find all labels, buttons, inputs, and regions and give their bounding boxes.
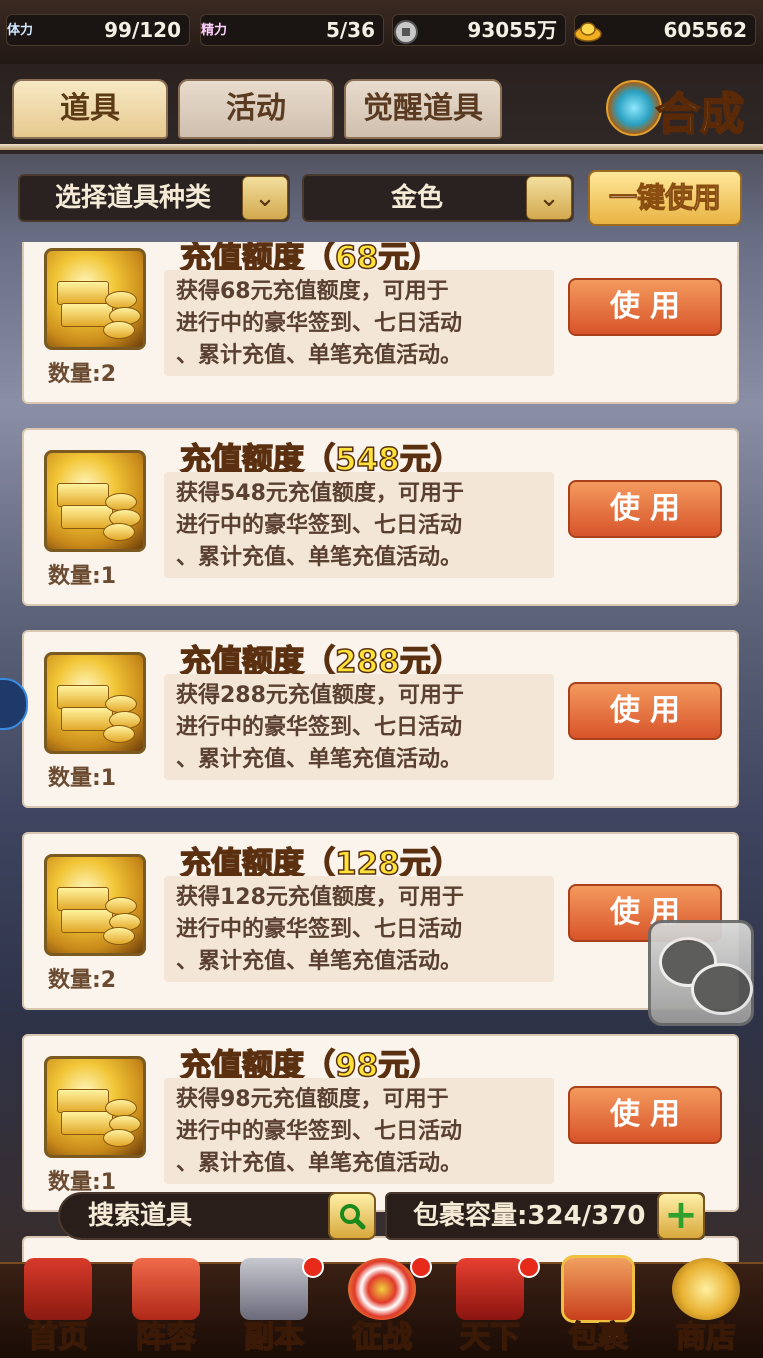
nav-home[interactable]: 首页	[4, 1258, 112, 1356]
bag-capacity-label: 包裹容量:324/370	[413, 1201, 646, 1231]
category-dropdown-value: 选择道具种类	[54, 183, 211, 213]
item-description: 获得128元充值额度，可用于 进行中的豪华签到、七日活动 、累计充值、单笔充值活动。	[164, 876, 554, 982]
plus-icon[interactable]: +	[657, 1192, 705, 1240]
swords-icon	[240, 1258, 308, 1320]
coins-icon	[672, 1258, 740, 1320]
tab-awaken-items[interactable]: 觉醒道具	[344, 79, 502, 139]
nav-label: 包裹	[567, 1319, 629, 1356]
magic-mirror-icon	[606, 80, 662, 136]
synthesize-label: 合成	[655, 88, 745, 141]
nav-world[interactable]: 天下	[436, 1256, 544, 1356]
gold-bars-coins-icon[interactable]	[44, 854, 146, 956]
resource-bar: 体力 99/120 精力 5/36 93055万 605562	[0, 0, 763, 66]
gold-ingot-icon	[571, 16, 605, 46]
item-description: 获得98元充值额度，可用于 进行中的豪华签到、七日活动 、累计充值、单笔充值活动。	[164, 1078, 554, 1184]
use-button[interactable]: 使用	[568, 1086, 722, 1144]
coins-counter[interactable]: 93055万	[392, 14, 566, 46]
tab-items[interactable]: 道具	[12, 79, 168, 139]
category-dropdown[interactable]: 选择道具种类 ⌄	[18, 174, 290, 222]
item-list[interactable]: 数量:2 充值额度（68元） 获得68元充值额度，可用于 进行中的豪华签到、七日活…	[0, 242, 763, 1262]
panel-divider	[0, 144, 763, 150]
coin-icon	[389, 16, 423, 46]
search-input[interactable]: 搜索道具	[58, 1192, 376, 1240]
gold-bars-coins-icon[interactable]	[44, 450, 146, 552]
item-description: 获得288元充值额度，可用于 进行中的豪华签到、七日活动 、累计充值、单笔充值活动。	[164, 674, 554, 780]
nav-lineup[interactable]: 阵容	[112, 1258, 220, 1356]
use-button[interactable]: 使用	[568, 682, 722, 740]
stamina-icon: 体力	[6, 23, 33, 38]
item-description: 获得548元充值额度，可用于 进行中的豪华签到、七日活动 、累计充值、单笔充值活动。	[164, 472, 554, 578]
nav-dungeon[interactable]: 副本	[220, 1256, 328, 1356]
gold-bars-coins-icon[interactable]	[44, 652, 146, 754]
quality-dropdown-value: 金色	[390, 183, 443, 213]
item-quantity: 数量:2	[48, 968, 117, 993]
chevron-down-icon[interactable]: ⌄	[526, 176, 572, 220]
nav-label: 商店	[675, 1319, 737, 1356]
nav-label: 征战	[351, 1319, 413, 1356]
scroll-icon	[456, 1258, 524, 1320]
item-card: 数量:2 充值额度（68元） 获得68元充值额度，可用于 进行中的豪华签到、七日活…	[22, 242, 739, 404]
target-icon	[348, 1258, 416, 1320]
gold-bars-coins-icon[interactable]	[44, 248, 146, 350]
tab-activity[interactable]: 活动	[178, 79, 334, 139]
synthesize-button[interactable]: 合成	[606, 74, 746, 141]
nav-label: 天下	[459, 1319, 521, 1356]
bag-icon	[564, 1258, 632, 1320]
item-description: 获得68元充值额度，可用于 进行中的豪华签到、七日活动 、累计充值、单笔充值活动。	[164, 270, 554, 376]
nav-campaign[interactable]: 征战	[328, 1256, 436, 1356]
item-card: 数量:1 充值额度（288元） 获得288元充值额度，可用于 进行中的豪华签到、七…	[22, 630, 739, 808]
palace-icon	[24, 1258, 92, 1320]
item-card: 数量:2 充值额度（128元） 获得128元充值额度，可用于 进行中的豪华签到、七…	[22, 832, 739, 1010]
search-icon[interactable]	[328, 1192, 376, 1240]
use-button[interactable]: 使用	[568, 278, 722, 336]
flag-icon	[132, 1258, 200, 1320]
energy-icon: 精力	[200, 23, 227, 38]
use-button[interactable]: 使用	[568, 480, 722, 538]
coins-value: 93055万	[467, 18, 557, 42]
notification-dot	[518, 1256, 540, 1278]
item-card: 数量:1 充值额度（98元） 获得98元充值额度，可用于 进行中的豪华签到、七日活…	[22, 1034, 739, 1212]
stamina-counter[interactable]: 体力 99/120	[6, 14, 190, 46]
chevron-down-icon[interactable]: ⌄	[242, 176, 288, 220]
item-quantity: 数量:1	[48, 564, 117, 589]
stamina-value: 99/120	[104, 18, 181, 42]
chat-icon	[691, 963, 753, 1015]
notification-dot	[410, 1256, 432, 1278]
item-card: 数量:1 充值额度（548元） 获得548元充值额度，可用于 进行中的豪华签到、七…	[22, 428, 739, 606]
chat-button[interactable]	[648, 920, 754, 1026]
item-quantity: 数量:2	[48, 362, 117, 387]
quality-dropdown[interactable]: 金色 ⌄	[302, 174, 574, 222]
bottom-nav: 首页 阵容 副本 征战 天下 包裹 商店	[0, 1256, 763, 1358]
nav-label: 阵容	[135, 1319, 197, 1356]
nav-bag[interactable]: 包裹	[544, 1258, 652, 1356]
ingots-counter[interactable]: 605562	[574, 14, 756, 46]
search-placeholder: 搜索道具	[88, 1201, 193, 1231]
energy-counter[interactable]: 精力 5/36	[200, 14, 384, 46]
use-all-button[interactable]: 一键使用	[588, 170, 742, 226]
nav-label: 副本	[243, 1319, 305, 1356]
bag-capacity: 包裹容量:324/370 +	[385, 1192, 705, 1240]
gold-bars-coins-icon[interactable]	[44, 1056, 146, 1158]
item-quantity: 数量:1	[48, 766, 117, 791]
notification-dot	[302, 1256, 324, 1278]
nav-label: 首页	[27, 1319, 89, 1356]
nav-shop[interactable]: 商店	[652, 1258, 760, 1356]
ingots-value: 605562	[663, 18, 748, 42]
energy-value: 5/36	[325, 18, 375, 42]
